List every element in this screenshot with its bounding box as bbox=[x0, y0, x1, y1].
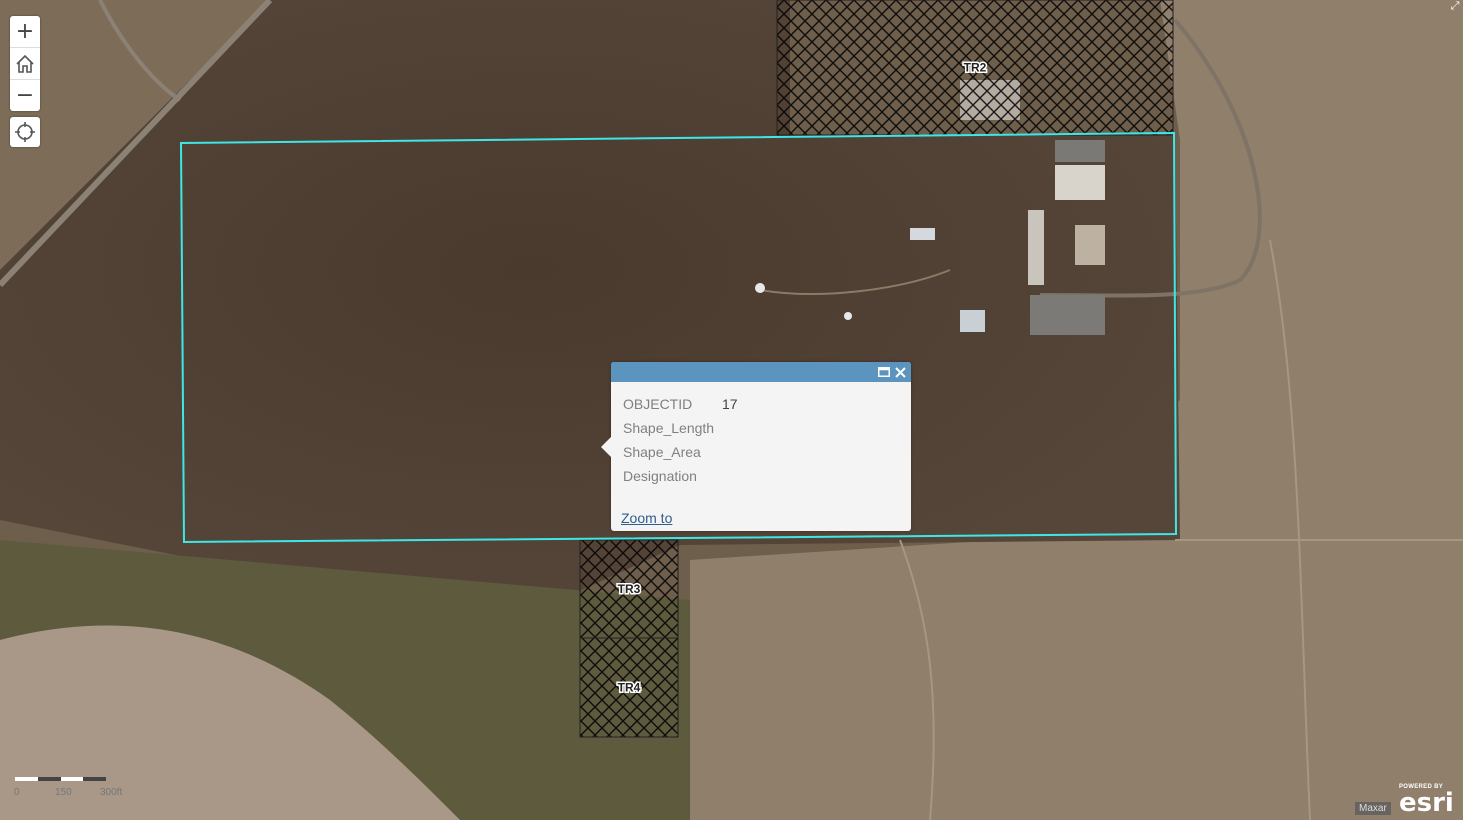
attribute-name: Shape_Length bbox=[623, 420, 715, 436]
parcel-label-tr4: TR4 bbox=[618, 681, 641, 695]
popup-pointer bbox=[601, 437, 611, 457]
home-icon bbox=[16, 54, 34, 73]
scale-label: 150 bbox=[55, 787, 72, 798]
zoom-to-link[interactable]: Zoom to bbox=[621, 510, 672, 526]
attribute-row: Shape_Length bbox=[623, 416, 899, 440]
close-button[interactable] bbox=[892, 364, 908, 380]
attribute-value: 17 bbox=[722, 396, 738, 412]
parcel-label-tr3: TR3 bbox=[618, 582, 641, 596]
esri-wordmark: esri bbox=[1399, 788, 1454, 818]
attribution[interactable]: Maxar bbox=[1355, 802, 1391, 815]
attribute-name: Designation bbox=[623, 468, 697, 484]
zoom-in-button[interactable]: + bbox=[10, 16, 40, 47]
scale-label: 0 bbox=[14, 787, 20, 798]
home-button[interactable] bbox=[10, 47, 40, 79]
maximize-button[interactable] bbox=[876, 364, 892, 380]
close-icon bbox=[894, 366, 906, 378]
attribute-row: Designation bbox=[623, 464, 899, 488]
zoom-control: + − bbox=[10, 16, 40, 111]
feature-popup: OBJECTID 17 Shape_Length Shape_Area Desi… bbox=[601, 362, 911, 531]
esri-logo[interactable]: POWERED BY esri bbox=[1399, 783, 1459, 817]
scale-bar-labels: 0 150 300ft bbox=[14, 787, 134, 801]
expand-icon[interactable]: ⤢ bbox=[1449, 0, 1461, 12]
scale-label: 300ft bbox=[100, 787, 123, 798]
attribute-row: Shape_Area bbox=[623, 440, 899, 464]
attribute-row: OBJECTID 17 bbox=[623, 392, 899, 416]
locate-button[interactable] bbox=[10, 117, 40, 147]
popup-header bbox=[611, 362, 911, 382]
parcel-label-tr2: TR2 bbox=[964, 61, 987, 75]
maximize-icon bbox=[878, 367, 890, 377]
zoom-out-button[interactable]: − bbox=[10, 79, 40, 111]
attribute-name: OBJECTID bbox=[623, 396, 693, 412]
scale-bar-segments bbox=[15, 777, 106, 781]
locate-crosshair-icon bbox=[15, 122, 35, 142]
popup-attributes: OBJECTID 17 Shape_Length Shape_Area Desi… bbox=[611, 382, 911, 488]
attribute-name: Shape_Area bbox=[623, 444, 701, 460]
scale-bar: 0 150 300ft bbox=[14, 777, 134, 799]
